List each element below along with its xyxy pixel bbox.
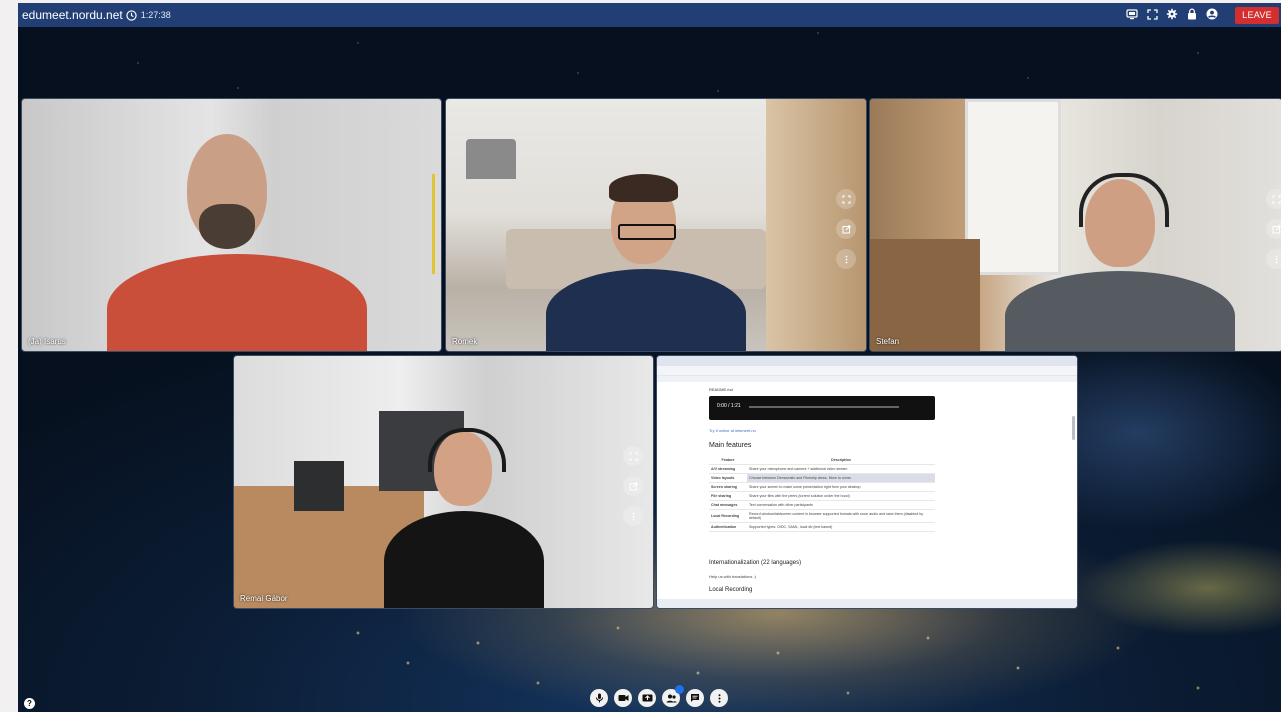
participant-name: Stefan — [876, 337, 900, 346]
speaker — [294, 461, 344, 511]
table-row: Screen sharing Share your screen to make … — [709, 482, 935, 492]
fullscreen-icon[interactable] — [1266, 189, 1281, 209]
scrollbar[interactable] — [1072, 416, 1075, 440]
chat-icon[interactable] — [686, 689, 704, 707]
microphone-icon[interactable] — [590, 689, 608, 707]
participant-name: Romek — [452, 337, 478, 346]
participants-icon[interactable] — [662, 685, 684, 707]
browser-url-bar — [657, 366, 1077, 376]
meeting-stage: edumeet.nordu.net 1:27:38 LEAVE (Ja) Isa… — [18, 3, 1281, 712]
more-vertical-icon[interactable] — [1266, 249, 1281, 269]
table-row: A/V streaming Share your microphone and c… — [709, 464, 935, 474]
top-toolbar — [1125, 7, 1219, 21]
video-tile[interactable]: Remai Gábor — [233, 355, 654, 609]
doc-link[interactable]: Try it online at letsmeet.no — [709, 428, 756, 433]
cabinet — [870, 239, 980, 351]
taskbar — [657, 599, 1077, 608]
clock-icon — [126, 9, 137, 21]
participants-count-badge — [675, 685, 684, 694]
tile-controls — [1266, 189, 1281, 269]
doc-title: README.md — [709, 387, 733, 392]
screen-share-icon[interactable] — [638, 689, 656, 707]
video-tile[interactable]: (Ja) Isarus — [21, 98, 442, 352]
local-recording-heading: Local Recording — [709, 587, 753, 593]
i18n-note: Help us with translations :) — [709, 574, 756, 579]
video-tile[interactable]: Romek — [445, 98, 867, 352]
video-tile[interactable]: Stefan — [869, 98, 1281, 352]
settings-icon[interactable] — [1165, 7, 1179, 21]
video-time: 0:00 / 1:21 — [717, 403, 741, 409]
participant-video — [364, 428, 554, 608]
top-bar: edumeet.nordu.net 1:27:38 LEAVE — [18, 3, 1281, 27]
i18n-heading: Internationalization (22 languages) — [709, 560, 802, 566]
table-row: File sharing Share your files with the pe… — [709, 491, 935, 501]
table-header: Description — [747, 456, 935, 465]
fullscreen-icon[interactable] — [1048, 459, 1068, 479]
participant-name: Remai Gábor — [240, 594, 288, 603]
more-vertical-icon[interactable] — [710, 689, 728, 707]
table-row: Local Recording Record window/tab/screen … — [709, 509, 935, 523]
room-name: edumeet.nordu.net — [22, 8, 123, 22]
table-row: Authentication Supported types: OIDC, SAM… — [709, 522, 935, 532]
lamp — [466, 139, 516, 179]
table-row: Chat messages Text conversation with othe… — [709, 500, 935, 510]
help-icon[interactable]: ? — [24, 698, 35, 709]
open-in-new-icon[interactable] — [836, 219, 856, 239]
open-in-new-icon[interactable] — [623, 476, 643, 496]
leave-button[interactable]: LEAVE — [1235, 7, 1279, 24]
open-in-new-icon[interactable] — [1266, 219, 1281, 239]
camera-icon[interactable] — [614, 689, 632, 707]
open-in-new-icon[interactable] — [1048, 489, 1068, 509]
active-speaker-indicator — [432, 174, 435, 274]
participant-name: (Ja) Isarus — [28, 337, 66, 346]
bottom-control-bar — [590, 685, 728, 707]
meeting-timer: 1:27:38 — [140, 10, 171, 20]
participant-video — [1005, 173, 1235, 351]
fullscreen-icon[interactable] — [1145, 7, 1159, 21]
fullscreen-icon[interactable] — [836, 189, 856, 209]
participant-video — [107, 134, 367, 351]
tile-controls — [1048, 459, 1068, 509]
screen-share-tile[interactable]: README.md 0:00 / 1:21 Try it online at l… — [656, 355, 1078, 609]
tile-controls — [836, 189, 856, 269]
browser-bookmarks — [657, 376, 1077, 382]
earth-city-lights — [318, 613, 1278, 712]
participant-video — [546, 174, 746, 351]
more-vertical-icon[interactable] — [623, 506, 643, 526]
lock-icon[interactable] — [1185, 7, 1199, 21]
features-table: Feature Description A/V streaming Share y… — [709, 456, 935, 532]
more-vertical-icon[interactable] — [836, 249, 856, 269]
table-header: Feature — [709, 456, 747, 465]
browser-tabs — [657, 356, 1077, 366]
table-row: Video layouts Choose between Democratic a… — [709, 473, 935, 483]
main-features-heading: Main features — [709, 442, 752, 449]
fullscreen-icon[interactable] — [623, 446, 643, 466]
video-player[interactable]: 0:00 / 1:21 — [709, 396, 935, 420]
tile-controls — [623, 446, 643, 526]
screen-share-icon[interactable] — [1125, 7, 1139, 21]
account-icon[interactable] — [1205, 7, 1219, 21]
